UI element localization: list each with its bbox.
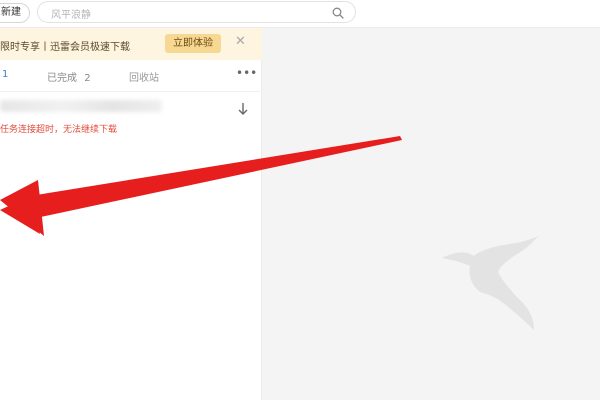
promo-text: 限时专享丨迅雷会员极速下载 <box>0 42 130 53</box>
tab-downloading[interactable]: 1 <box>2 69 8 80</box>
task-list-panel: 限时专享丨迅雷会员极速下载 立即体验 ✕ 1 已完成 2 回收站 ••• 任务连… <box>0 28 262 400</box>
detail-panel <box>262 28 600 400</box>
try-now-button[interactable]: 立即体验 <box>165 34 221 53</box>
task-row[interactable]: 任务连接超时，无法继续下载 <box>0 92 262 140</box>
search-input[interactable]: 风平浪静 <box>51 6 91 21</box>
tab-recycle-bin[interactable]: 回收站 <box>129 69 159 84</box>
tab-completed-count: 2 <box>84 73 91 84</box>
task-error-text: 任务连接超时，无法继续下载 <box>0 125 118 135</box>
tab-completed-label: 已完成 <box>47 73 77 84</box>
promo-banner: 限时专享丨迅雷会员极速下载 立即体验 ✕ <box>0 28 262 60</box>
hummingbird-logo <box>442 236 538 330</box>
new-task-button[interactable]: 新建 <box>0 3 30 23</box>
task-name-blurred <box>0 100 162 112</box>
download-arrow-icon[interactable] <box>237 102 249 116</box>
top-toolbar: 新建 风平浪静 <box>0 0 600 28</box>
search-box[interactable]: 风平浪静 <box>37 1 356 23</box>
search-icon[interactable] <box>332 7 344 19</box>
task-tabs: 1 已完成 2 回收站 ••• <box>0 60 262 92</box>
close-icon[interactable]: ✕ <box>235 35 246 49</box>
more-icon[interactable]: ••• <box>236 66 257 80</box>
tab-completed[interactable]: 已完成 2 <box>47 69 91 84</box>
